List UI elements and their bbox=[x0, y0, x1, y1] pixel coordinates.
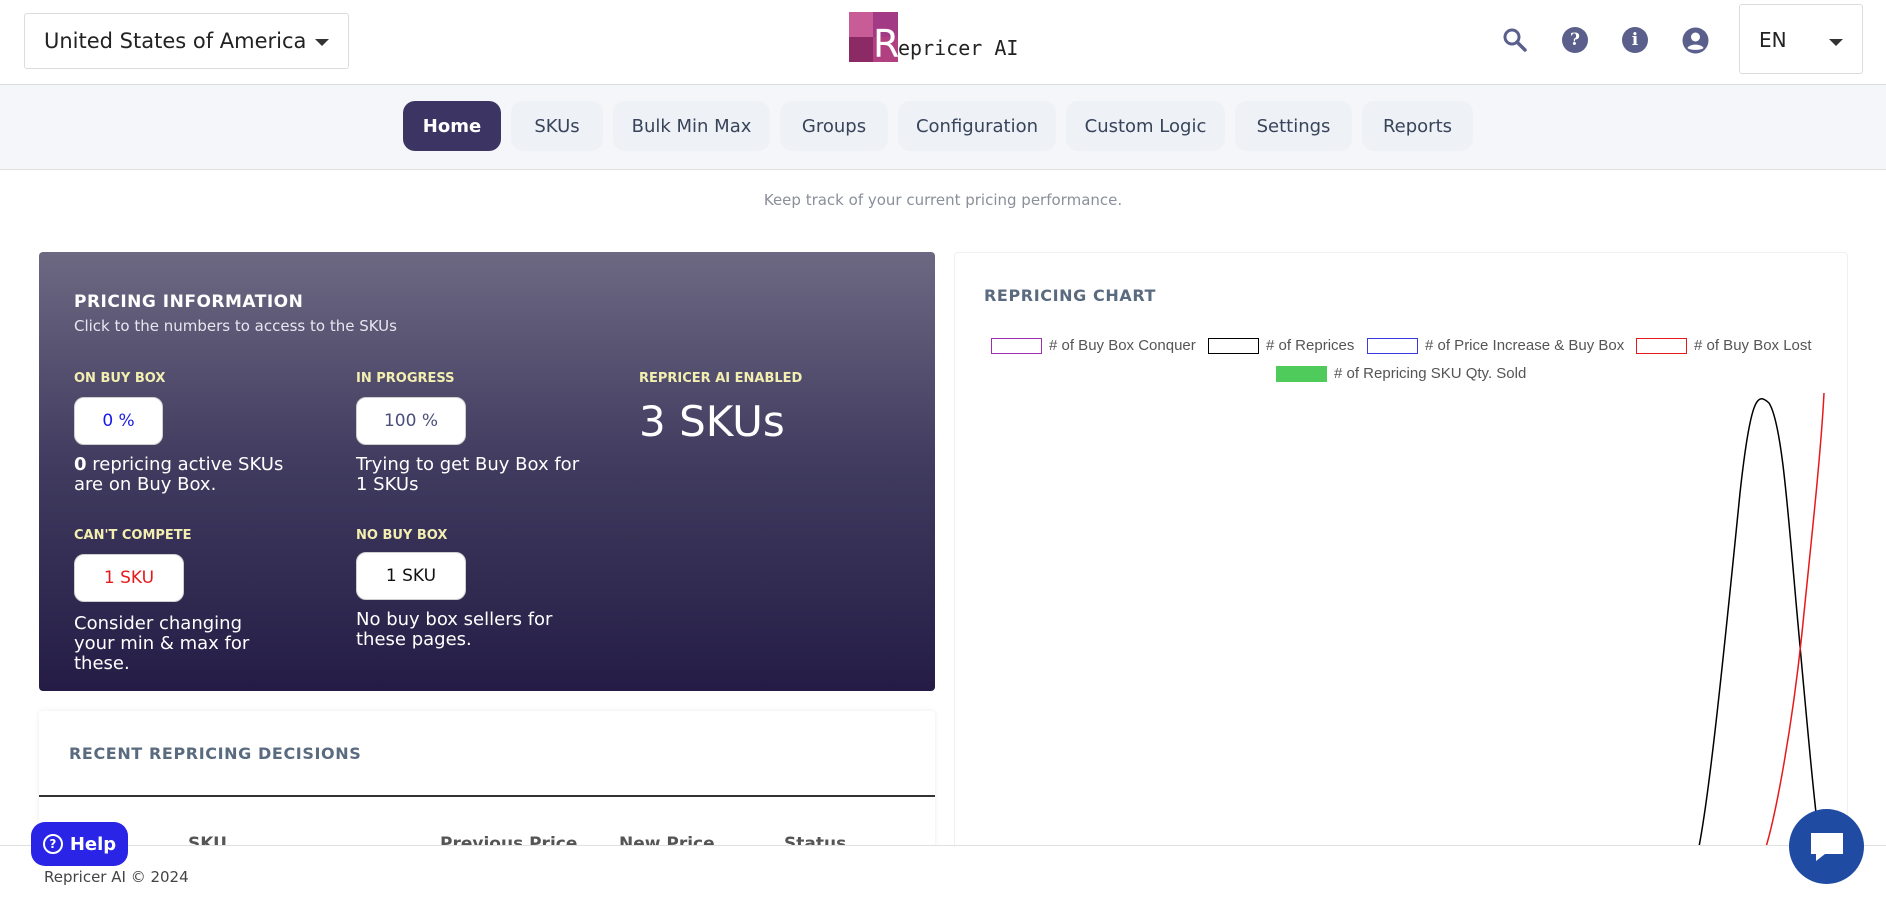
chevron-down-icon bbox=[315, 39, 329, 46]
tab-home[interactable]: Home bbox=[403, 101, 501, 151]
on-buy-box-count: 0 bbox=[74, 454, 87, 475]
help-circle-icon[interactable]: ? bbox=[1561, 26, 1589, 54]
country-select-value: United States of America bbox=[44, 29, 307, 53]
pricing-subtitle: Click to the numbers to access to the SK… bbox=[74, 317, 397, 335]
no-buy-box-value-button[interactable]: 1 SKU bbox=[356, 552, 466, 600]
pricing-title: PRICING INFORMATION bbox=[74, 292, 304, 312]
tab-groups[interactable]: Groups bbox=[780, 101, 888, 151]
tab-custom-logic[interactable]: Custom Logic bbox=[1066, 101, 1225, 151]
repricing-chart-card: REPRICING CHART # of Buy Box Conquer # o… bbox=[954, 252, 1848, 899]
main-nav: Home SKUs Bulk Min Max Groups Configurat… bbox=[0, 85, 1886, 170]
account-icon[interactable] bbox=[1681, 26, 1709, 54]
in-progress-value-button[interactable]: 100 % bbox=[356, 397, 466, 445]
enabled-sku-count[interactable]: 3 SKUs bbox=[639, 397, 785, 446]
chevron-down-icon bbox=[1829, 39, 1843, 46]
no-buy-box-label: NO BUY BOX bbox=[356, 528, 448, 543]
logo-letter: R bbox=[873, 22, 900, 66]
tab-label: Reports bbox=[1382, 115, 1453, 137]
tab-label: Bulk Min Max bbox=[631, 115, 752, 137]
cant-compete-value-button[interactable]: 1 SKU bbox=[74, 554, 184, 602]
tab-label: Configuration bbox=[915, 115, 1039, 137]
in-progress-label: IN PROGRESS bbox=[356, 371, 455, 386]
footer-copyright: Repricer AI © 2024 bbox=[44, 868, 189, 886]
footer: Repricer AI © 2024 bbox=[0, 845, 1886, 899]
tab-settings[interactable]: Settings bbox=[1235, 101, 1352, 151]
tab-bulk-min-max[interactable]: Bulk Min Max bbox=[613, 101, 770, 151]
cant-compete-label: CAN'T COMPETE bbox=[74, 528, 192, 543]
divider bbox=[39, 795, 935, 797]
pricing-information-card: PRICING INFORMATION Click to the numbers… bbox=[39, 252, 935, 691]
chat-bubble-icon bbox=[1810, 832, 1843, 861]
language-select-value: EN bbox=[1759, 28, 1787, 52]
help-button[interactable]: ? Help bbox=[31, 822, 128, 866]
series-line-buy-box-lost bbox=[1762, 392, 1825, 857]
search-icon[interactable] bbox=[1501, 26, 1529, 54]
on-buy-box-description: 0 repricing active SKUs are on Buy Box. bbox=[74, 455, 304, 495]
on-buy-box-desc-text: repricing active SKUs are on Buy Box. bbox=[74, 454, 284, 495]
logo-text: epricer AI bbox=[898, 36, 1019, 60]
on-buy-box-label: ON BUY BOX bbox=[74, 371, 166, 386]
enabled-label: REPRICER AI ENABLED bbox=[639, 371, 803, 386]
language-select[interactable]: EN bbox=[1739, 4, 1863, 74]
in-progress-description: Trying to get Buy Box for 1 SKUs bbox=[356, 454, 580, 495]
logo-mark: R bbox=[849, 12, 900, 66]
tab-label: Settings bbox=[1256, 115, 1331, 137]
help-label: Help bbox=[69, 833, 117, 855]
tab-configuration[interactable]: Configuration bbox=[898, 101, 1056, 151]
question-icon: ? bbox=[42, 834, 63, 854]
cant-compete-description: Consider changing your min & max for the… bbox=[74, 613, 250, 674]
recent-decisions-title: RECENT REPRICING DECISIONS bbox=[69, 744, 362, 763]
chat-button[interactable] bbox=[1789, 809, 1864, 884]
country-select[interactable]: United States of America bbox=[24, 13, 349, 69]
chart-plot-area bbox=[1696, 392, 1825, 857]
tab-reports[interactable]: Reports bbox=[1362, 101, 1473, 151]
tab-skus[interactable]: SKUs bbox=[511, 101, 603, 151]
top-header: United States of America R epricer AI ? … bbox=[0, 0, 1886, 85]
page-subtitle: Keep track of your current pricing perfo… bbox=[763, 191, 1123, 209]
on-buy-box-value-button[interactable]: 0 % bbox=[74, 397, 163, 445]
tab-label: SKUs bbox=[534, 115, 580, 137]
tab-label: Custom Logic bbox=[1084, 115, 1207, 137]
tab-label: Groups bbox=[801, 115, 867, 137]
info-icon[interactable]: i bbox=[1621, 26, 1649, 54]
logo[interactable]: R epricer AI bbox=[849, 12, 1019, 66]
no-buy-box-description: No buy box sellers for these pages. bbox=[356, 609, 553, 650]
tab-label: Home bbox=[422, 115, 482, 137]
